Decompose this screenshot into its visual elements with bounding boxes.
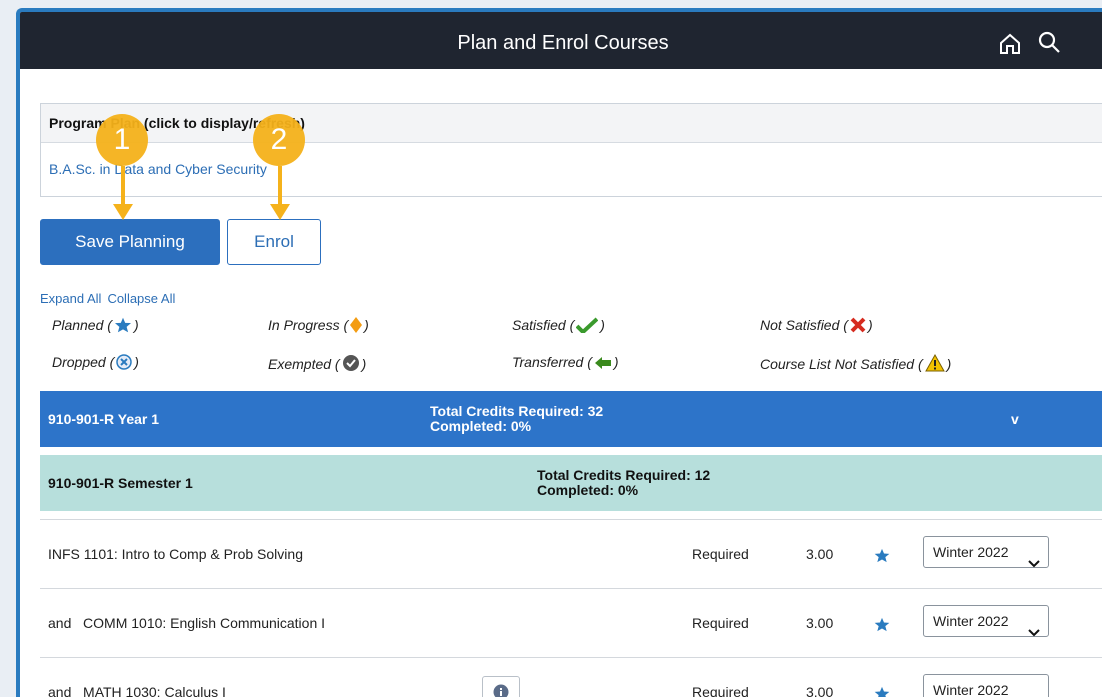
callout-1: 1 (96, 114, 148, 166)
year-toggle[interactable]: v (1011, 411, 1019, 427)
circle-check-icon (342, 354, 360, 375)
expand-collapse-links: Expand All Collapse All (40, 291, 181, 306)
term-select-value: Winter 2022 (933, 682, 1009, 697)
chevron-down-icon (1028, 548, 1040, 578)
legend-planned: Planned () (52, 317, 139, 336)
term-select-value: Winter 2022 (933, 544, 1009, 560)
course-credits: 3.00 (806, 684, 834, 697)
legend-not-satisfied-label: Not Satisfied ( (760, 317, 848, 333)
info-icon (493, 684, 509, 697)
legend-course-list-not-satisfied: Course List Not Satisfied () (760, 353, 952, 375)
legend-close: ) (600, 317, 605, 333)
save-planning-button[interactable]: Save Planning (40, 219, 220, 265)
diamond-icon (350, 317, 363, 336)
legend-in-progress: In Progress () (268, 317, 369, 336)
legend-planned-label: Planned ( (52, 317, 112, 333)
enrol-button[interactable]: Enrol (227, 219, 321, 265)
semester-credits: Total Credits Required: 12 Completed: 0% (537, 468, 710, 498)
check-icon (575, 317, 599, 336)
legend-satisfied: Satisfied () (512, 317, 605, 336)
course-row: and MATH 1030: Calculus I Required 3.00 … (40, 657, 1102, 697)
semester-credits-required: Total Credits Required: 12 (537, 467, 711, 483)
star-icon (874, 617, 890, 635)
legend-exempted: Exempted () (268, 354, 366, 375)
term-select[interactable]: Winter 2022 (923, 674, 1049, 697)
legend-close: ) (364, 317, 369, 333)
chevron-down-icon (1028, 617, 1040, 647)
star-icon (874, 548, 890, 566)
course-status: Required (692, 684, 749, 697)
warning-icon (924, 353, 945, 375)
page-title: Plan and Enrol Courses (457, 32, 669, 54)
app-window: Plan and Enrol Courses Program Plan (cli… (16, 8, 1102, 697)
x-icon (850, 317, 866, 336)
info-button[interactable] (482, 676, 520, 697)
program-link[interactable]: B.A.Sc. in Data and Cyber Security (49, 161, 267, 177)
expand-all-link[interactable]: Expand All (40, 291, 101, 306)
legend-in-progress-label: In Progress ( (268, 317, 349, 333)
search-icon[interactable] (1037, 30, 1061, 54)
legend-close: ) (613, 354, 619, 370)
legend-close: ) (361, 356, 367, 372)
legend-transferred-label: Transferred ( (512, 354, 592, 370)
star-icon (114, 317, 132, 336)
term-select[interactable]: Winter 2022 (923, 605, 1049, 637)
semester-name: 910-901-R Semester 1 (48, 475, 193, 491)
year-credits-required: Total Credits Required: 32 (430, 403, 604, 419)
course-credits: 3.00 (806, 615, 834, 631)
year-name: 910-901-R Year 1 (48, 411, 160, 427)
home-icon[interactable] (998, 32, 1022, 56)
arrow-left-icon (594, 356, 612, 373)
callout-2: 2 (253, 114, 305, 166)
year-header[interactable]: 910-901-R Year 1 Total Credits Required:… (40, 391, 1102, 447)
course-name: and MATH 1030: Calculus I (48, 684, 226, 697)
course-row: INFS 1101: Intro to Comp & Prob Solving … (40, 519, 1102, 588)
circle-x-icon (116, 354, 133, 373)
term-select[interactable]: Winter 2022 (923, 536, 1049, 568)
legend-transferred: Transferred () (512, 354, 619, 373)
course-name: INFS 1101: Intro to Comp & Prob Solving (48, 546, 303, 562)
legend-satisfied-label: Satisfied ( (512, 317, 575, 333)
legend-close: ) (946, 356, 952, 372)
callout-2-arrow (270, 166, 290, 220)
semester-header[interactable]: 910-901-R Semester 1 Total Credits Requi… (40, 455, 1102, 511)
title-bar: Plan and Enrol Courses (20, 12, 1102, 69)
legend-not-satisfied: Not Satisfied () (760, 317, 873, 336)
legend-close: ) (867, 317, 873, 333)
course-row: and COMM 1010: English Communication I R… (40, 588, 1102, 657)
callout-1-arrow (113, 166, 133, 220)
program-plan-heading[interactable]: Program Plan (click to display/refresh) (41, 104, 1102, 143)
legend-dropped-label: Dropped ( (52, 354, 115, 370)
legend-close: ) (134, 354, 139, 370)
legend-dropped: Dropped () (52, 354, 139, 373)
year-completed: Completed: 0% (430, 418, 532, 434)
course-status: Required (692, 615, 749, 631)
course-status: Required (692, 546, 749, 562)
program-plan-panel: Program Plan (click to display/refresh) … (40, 103, 1102, 197)
semester-completed: Completed: 0% (537, 482, 639, 498)
legend-course-list-label: Course List Not Satisfied ( (760, 356, 923, 372)
year-credits: Total Credits Required: 32 Completed: 0% (430, 404, 603, 434)
course-name: and COMM 1010: English Communication I (48, 615, 326, 631)
star-icon (874, 686, 890, 697)
course-credits: 3.00 (806, 546, 834, 562)
legend-exempted-label: Exempted ( (268, 356, 340, 372)
chevron-down-icon (1028, 686, 1040, 697)
legend-close: ) (133, 317, 139, 333)
term-select-value: Winter 2022 (933, 613, 1009, 629)
collapse-all-link[interactable]: Collapse All (107, 291, 175, 306)
